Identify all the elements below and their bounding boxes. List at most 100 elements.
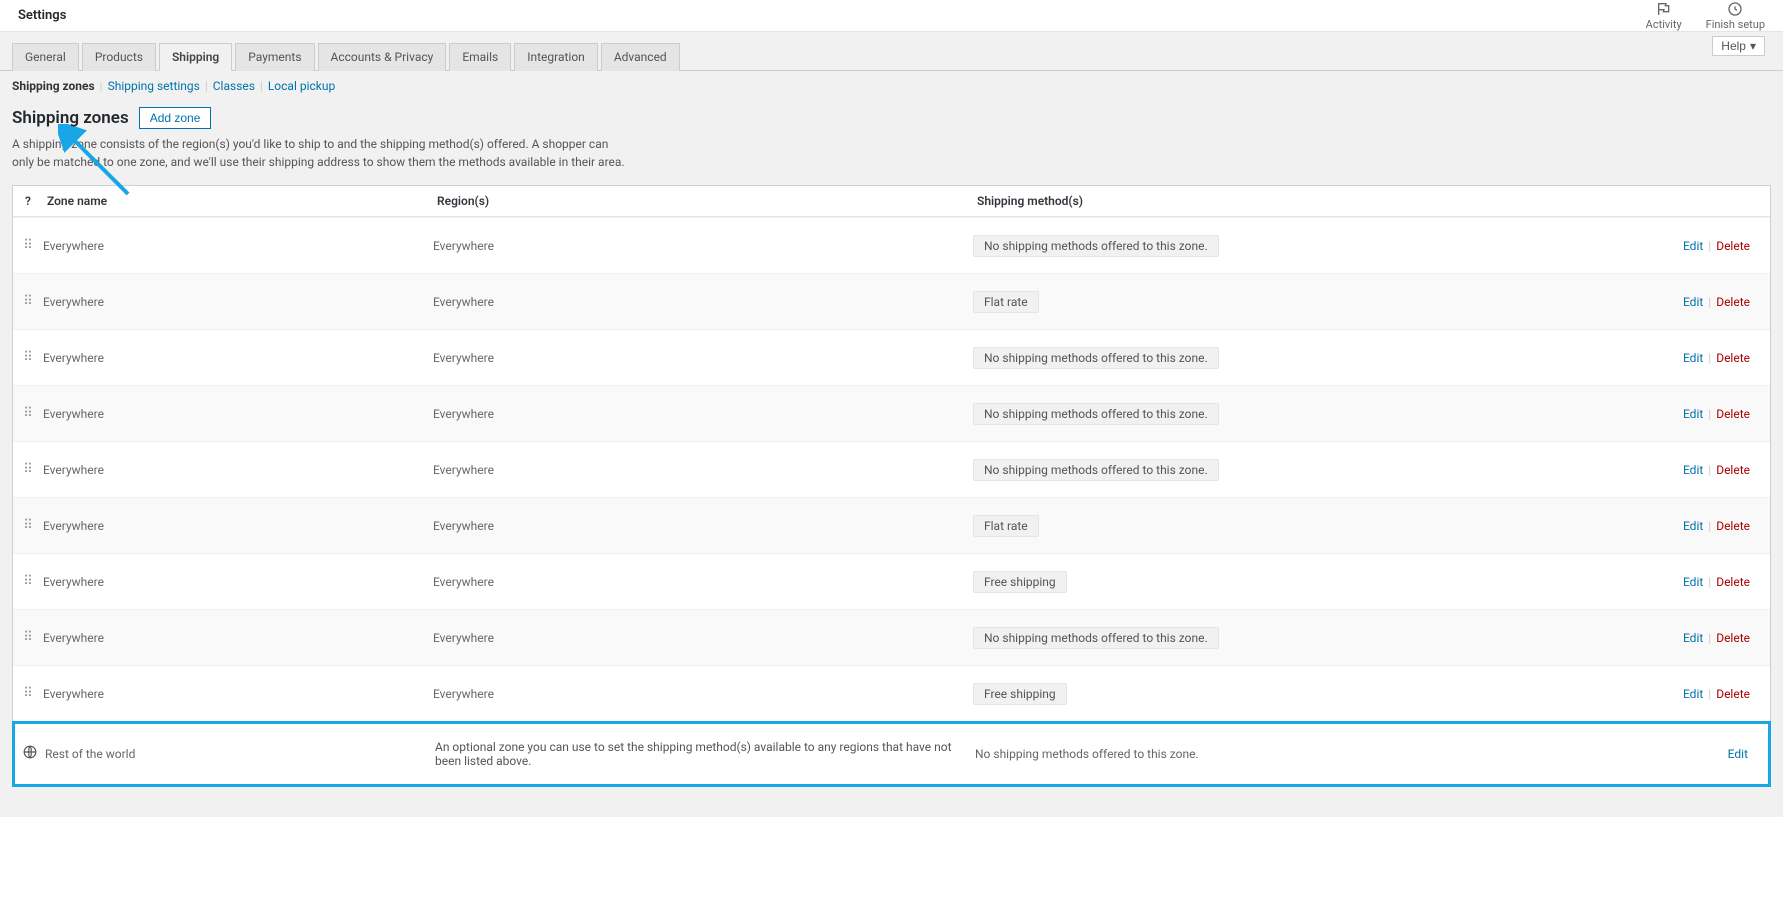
zone-region: Everywhere [433,687,973,701]
edit-link[interactable]: Edit [1683,351,1703,365]
zone-name[interactable]: Everywhere [43,407,433,421]
zone-method: No shipping methods offered to this zone… [973,459,1473,481]
zone-name[interactable]: Everywhere [43,631,433,645]
subnav-local-pickup[interactable]: Local pickup [268,79,335,93]
drag-handle-icon[interactable]: ⠿ [13,294,43,309]
rest-of-world-name[interactable]: Rest of the world [45,747,435,761]
tab-products[interactable]: Products [82,43,156,71]
zone-name[interactable]: Everywhere [43,295,433,309]
drag-handle-icon[interactable]: ⠿ [13,462,43,477]
delete-link[interactable]: Delete [1716,631,1750,645]
zone-region: Everywhere [433,239,973,253]
shipping-subnav: Shipping zones | Shipping settings | Cla… [0,71,1783,101]
globe-icon [15,745,45,763]
zone-method: No shipping methods offered to this zone… [973,347,1473,369]
help-toggle[interactable]: Help ▾ [1712,36,1765,56]
help-icon[interactable]: ? [13,186,43,216]
tab-emails[interactable]: Emails [449,43,511,71]
drag-handle-icon[interactable]: ⠿ [13,406,43,421]
table-row: ⠿EverywhereEverywhereFlat rateEdit | Del… [13,273,1770,329]
edit-link[interactable]: Edit [1683,687,1703,701]
table-row: ⠿EverywhereEverywhereNo shipping methods… [13,441,1770,497]
edit-link[interactable]: Edit [1683,463,1703,477]
subnav-shipping-settings[interactable]: Shipping settings [108,79,200,93]
zone-region: Everywhere [433,407,973,421]
table-row: ⠿EverywhereEverywhereNo shipping methods… [13,385,1770,441]
tab-payments[interactable]: Payments [235,43,314,71]
zone-method: No shipping methods offered to this zone… [973,235,1473,257]
delete-link[interactable]: Delete [1716,687,1750,701]
zone-region: Everywhere [433,575,973,589]
zone-region: Everywhere [433,295,973,309]
table-row: ⠿EverywhereEverywhereFree shippingEdit |… [13,665,1770,721]
activity-button[interactable]: Activity [1646,1,1682,31]
delete-link[interactable]: Delete [1716,295,1750,309]
table-row: ⠿EverywhereEverywhereFree shippingEdit |… [13,553,1770,609]
delete-link[interactable]: Delete [1716,575,1750,589]
section-description: A shipping zone consists of the region(s… [0,133,640,185]
zone-region: Everywhere [433,463,973,477]
zone-region: Everywhere [433,519,973,533]
subnav-classes[interactable]: Classes [213,79,255,93]
zone-method: Free shipping [973,571,1473,593]
flag-icon [1656,1,1672,17]
tab-integration[interactable]: Integration [514,43,598,71]
shipping-zones-table: ? Zone name Region(s) Shipping method(s)… [12,185,1771,722]
edit-link[interactable]: Edit [1683,575,1703,589]
zone-name[interactable]: Everywhere [43,575,433,589]
rest-of-world-desc: An optional zone you can use to set the … [435,740,975,768]
zone-name[interactable]: Everywhere [43,519,433,533]
edit-link[interactable]: Edit [1728,747,1748,761]
drag-handle-icon[interactable]: ⠿ [13,350,43,365]
rest-of-world-method: No shipping methods offered to this zone… [975,747,1475,761]
setup-icon [1727,1,1743,17]
subnav-shipping-zones[interactable]: Shipping zones [12,79,95,93]
delete-link[interactable]: Delete [1716,519,1750,533]
zone-name[interactable]: Everywhere [43,463,433,477]
col-zone-name: Zone name [43,186,433,216]
topbar: Settings Activity Finish setup [0,0,1783,32]
zone-name[interactable]: Everywhere [43,687,433,701]
zone-method: Flat rate [973,515,1473,537]
table-row: ⠿EverywhereEverywhereNo shipping methods… [13,329,1770,385]
finish-setup-label: Finish setup [1706,18,1765,31]
col-regions: Region(s) [433,186,973,216]
tab-general[interactable]: General [12,43,79,71]
table-row: ⠿EverywhereEverywhereNo shipping methods… [13,609,1770,665]
zone-region: Everywhere [433,631,973,645]
delete-link[interactable]: Delete [1716,463,1750,477]
drag-handle-icon[interactable]: ⠿ [13,518,43,533]
zone-method: No shipping methods offered to this zone… [973,403,1473,425]
help-label: Help [1721,39,1746,53]
edit-link[interactable]: Edit [1683,295,1703,309]
tab-advanced[interactable]: Advanced [601,43,680,71]
drag-handle-icon[interactable]: ⠿ [13,630,43,645]
drag-handle-icon[interactable]: ⠿ [13,238,43,253]
delete-link[interactable]: Delete [1716,239,1750,253]
zone-method: No shipping methods offered to this zone… [973,627,1473,649]
drag-handle-icon[interactable]: ⠿ [13,686,43,701]
zone-name[interactable]: Everywhere [43,239,433,253]
delete-link[interactable]: Delete [1716,351,1750,365]
drag-handle-icon[interactable]: ⠿ [13,574,43,589]
tab-shipping[interactable]: Shipping [159,43,232,71]
settings-tabs: GeneralProductsShippingPaymentsAccounts … [0,32,1783,71]
edit-link[interactable]: Edit [1683,407,1703,421]
edit-link[interactable]: Edit [1683,631,1703,645]
edit-link[interactable]: Edit [1683,239,1703,253]
activity-label: Activity [1646,18,1682,31]
chevron-down-icon: ▾ [1750,39,1756,53]
finish-setup-button[interactable]: Finish setup [1706,1,1765,31]
page-body: Help ▾ GeneralProductsShippingPaymentsAc… [0,32,1783,817]
zone-method: Free shipping [973,683,1473,705]
table-header-row: ? Zone name Region(s) Shipping method(s) [13,186,1770,217]
zone-method: Flat rate [973,291,1473,313]
col-shipping-methods: Shipping method(s) [973,186,1473,216]
delete-link[interactable]: Delete [1716,407,1750,421]
tab-accounts-privacy[interactable]: Accounts & Privacy [318,43,447,71]
zone-region: Everywhere [433,351,973,365]
zone-name[interactable]: Everywhere [43,351,433,365]
edit-link[interactable]: Edit [1683,519,1703,533]
add-zone-button[interactable]: Add zone [139,107,212,129]
page-title: Settings [18,8,66,23]
